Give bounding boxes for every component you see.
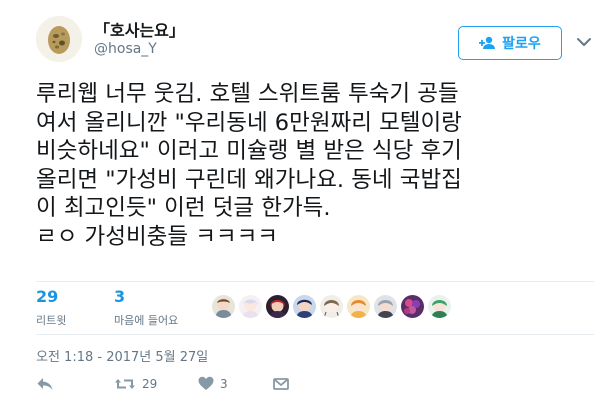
liker-avatars xyxy=(212,295,451,318)
avatar-egg-image xyxy=(36,16,82,62)
retweet-action-count: 29 xyxy=(142,377,158,391)
liker-avatar[interactable] xyxy=(428,295,451,318)
likes-stat[interactable]: 3 마음에 들어요 xyxy=(114,288,178,328)
liker-avatar[interactable] xyxy=(239,295,262,318)
likes-label: 마음에 들어요 xyxy=(114,314,179,327)
divider xyxy=(36,334,594,335)
retweet-stat[interactable]: 29 리트윗 xyxy=(36,288,66,328)
avatar[interactable] xyxy=(36,16,82,62)
author-handle[interactable]: @hosa_Y xyxy=(94,41,157,57)
reply-button[interactable] xyxy=(36,376,54,392)
liker-avatar[interactable] xyxy=(374,295,397,318)
direct-message-icon xyxy=(273,378,289,390)
tweet-text: 루리웹 너무 웃김. 호텔 스위트룸 투숙기 공들 여서 올리니깐 "우리동네 … xyxy=(36,81,462,250)
liker-avatar[interactable] xyxy=(266,295,289,318)
add-user-icon xyxy=(479,36,496,49)
liker-avatar[interactable] xyxy=(212,295,235,318)
retweet-icon xyxy=(115,379,135,389)
direct-message-button[interactable] xyxy=(273,376,289,392)
tweet-timestamp[interactable]: 오전 1:18 - 2017년 5월 27일 xyxy=(36,346,208,365)
liker-avatar[interactable] xyxy=(293,295,316,318)
reply-icon xyxy=(37,378,53,390)
chevron-down-icon[interactable] xyxy=(576,36,592,48)
liker-avatar[interactable] xyxy=(320,295,343,318)
heart-icon xyxy=(198,376,214,390)
like-button[interactable]: 3 xyxy=(198,376,228,391)
liker-avatar[interactable] xyxy=(347,295,370,318)
follow-button[interactable]: 팔로우 xyxy=(458,26,562,60)
follow-button-label: 팔로우 xyxy=(502,36,541,52)
like-action-count: 3 xyxy=(220,376,228,391)
retweet-button[interactable]: 29 xyxy=(114,376,157,392)
liker-avatar[interactable] xyxy=(401,295,424,318)
likes-count: 3 xyxy=(114,287,126,306)
divider xyxy=(36,281,594,282)
retweet-label: 리트윗 xyxy=(36,314,67,327)
retweet-count: 29 xyxy=(36,287,59,306)
author-display-name[interactable]: 「호사는요」 xyxy=(94,17,185,41)
